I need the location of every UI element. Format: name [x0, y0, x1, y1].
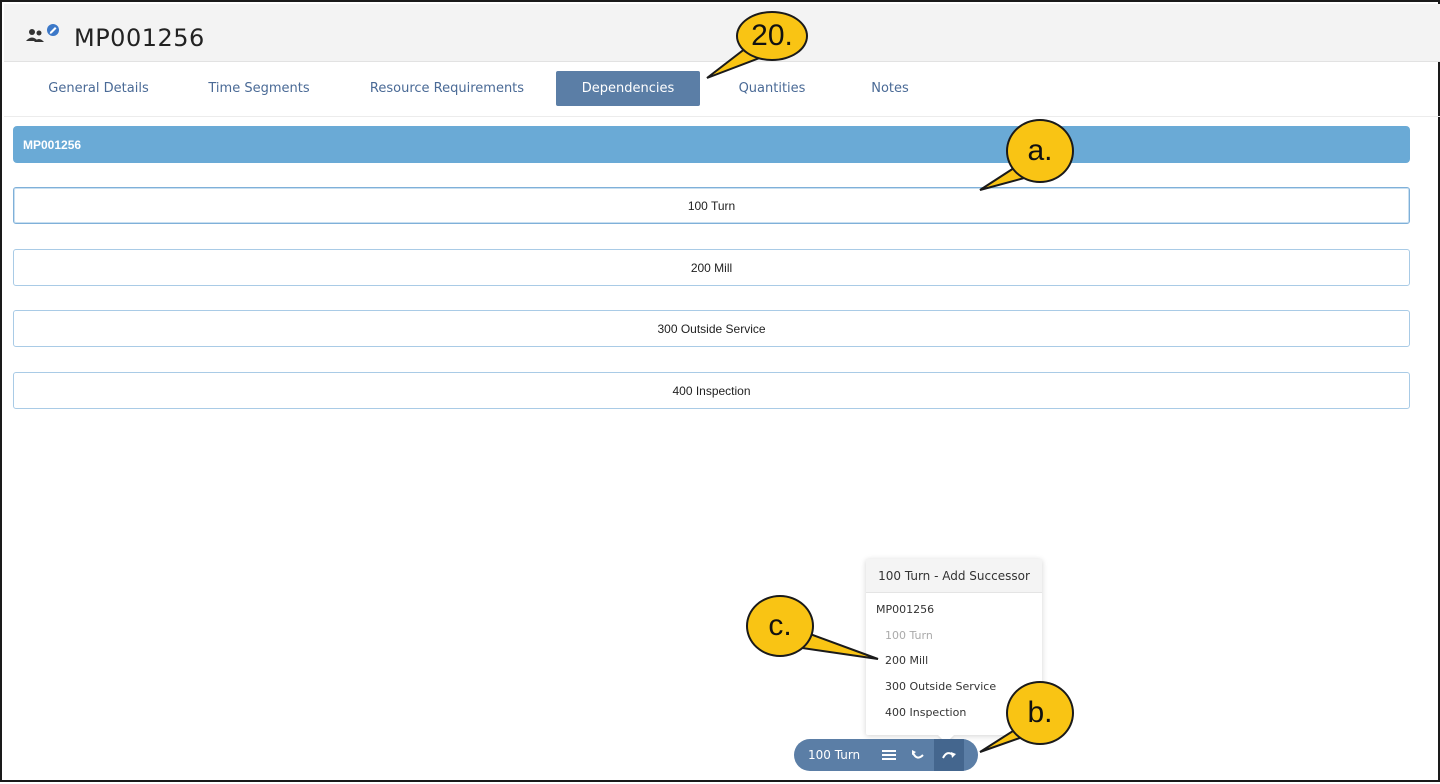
successor-icon[interactable]	[934, 739, 964, 771]
operation-row-200-mill[interactable]: 200 Mill	[13, 249, 1410, 286]
popup-title: 100 Turn - Add Successor	[866, 559, 1042, 593]
routing-group-header[interactable]: MP001256	[13, 126, 1410, 163]
page-title: MP001256	[74, 24, 205, 52]
successor-option-100-turn: 100 Turn	[885, 629, 933, 642]
callout-step-20: 20.	[736, 11, 808, 61]
title-bar: MP001256	[4, 4, 1440, 62]
tab-notes[interactable]: Notes	[850, 71, 930, 106]
list-icon[interactable]	[874, 739, 904, 771]
toolbar-operation-label: 100 Turn	[808, 748, 861, 762]
tab-time-segments[interactable]: Time Segments	[194, 71, 324, 106]
popup-group-label: MP001256	[876, 603, 935, 616]
app-frame: MP001256 General Details Time Segments R…	[0, 0, 1440, 782]
successor-option-300-outside-service[interactable]: 300 Outside Service	[885, 680, 996, 693]
tab-dependencies[interactable]: Dependencies	[556, 71, 700, 106]
operation-row-400-inspection[interactable]: 400 Inspection	[13, 372, 1410, 409]
operation-toolbar: 100 Turn	[794, 739, 978, 771]
callout-b: b.	[1006, 681, 1074, 745]
predecessor-icon[interactable]	[904, 739, 934, 771]
tab-quantities[interactable]: Quantities	[722, 71, 822, 106]
operation-row-100-turn[interactable]: 100 Turn	[13, 187, 1410, 224]
tab-general-details[interactable]: General Details	[32, 71, 165, 106]
callout-a: a.	[1006, 119, 1074, 183]
tab-bar: General Details Time Segments Resource R…	[4, 62, 1440, 117]
successor-option-400-inspection[interactable]: 400 Inspection	[885, 706, 966, 719]
tab-resource-requirements[interactable]: Resource Requirements	[359, 71, 535, 106]
people-edit-icon	[24, 24, 64, 48]
successor-option-200-mill[interactable]: 200 Mill	[885, 654, 928, 667]
callout-c: c.	[746, 595, 814, 657]
operation-row-300-outside-service[interactable]: 300 Outside Service	[13, 310, 1410, 347]
